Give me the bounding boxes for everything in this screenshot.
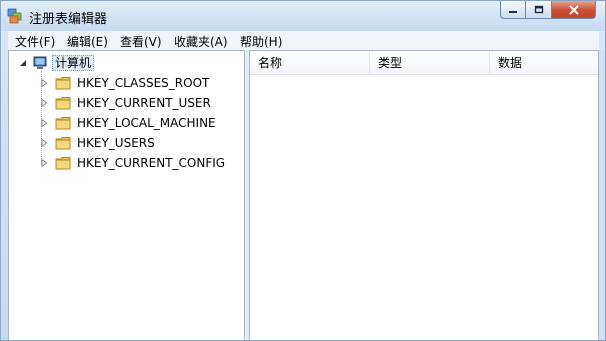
close-icon <box>568 4 579 15</box>
folder-icon <box>55 77 71 90</box>
column-header-data[interactable]: 数据 <box>490 51 598 75</box>
registry-editor-window: 注册表编辑器 文件(F) 编辑(E) 查看(V) 收藏夹(A) 帮助(H) 计算… <box>0 0 606 341</box>
expand-arrow-icon[interactable] <box>39 78 49 88</box>
maximize-icon <box>534 5 543 14</box>
computer-icon <box>33 56 47 69</box>
expand-arrow-icon[interactable] <box>39 118 49 128</box>
folder-icon <box>55 157 71 170</box>
column-header-name[interactable]: 名称 <box>250 51 370 75</box>
menu-view[interactable]: 查看(V) <box>120 33 162 50</box>
menu-file[interactable]: 文件(F) <box>15 33 55 50</box>
folder-icon <box>55 97 71 110</box>
menu-help[interactable]: 帮助(H) <box>240 33 282 50</box>
expand-arrow-icon[interactable] <box>39 138 49 148</box>
tree-item-label: HKEY_LOCAL_MACHINE <box>77 116 216 130</box>
maximize-button[interactable] <box>526 1 552 19</box>
tree-item-hkey-classes-root[interactable]: HKEY_CLASSES_ROOT <box>39 74 209 92</box>
tree-item-hkey-users[interactable]: HKEY_USERS <box>39 134 155 152</box>
window-right-frame <box>599 50 605 340</box>
registry-tree-pane[interactable]: 计算机 HKEY_CLASSES_ROOT HKEY_CURRENT_USER <box>8 50 245 340</box>
tree-item-computer[interactable]: 计算机 <box>18 54 95 72</box>
minimize-icon <box>509 10 517 13</box>
collapse-arrow-icon[interactable] <box>18 58 28 68</box>
tree-root-label: 计算机 <box>52 55 95 71</box>
menu-bar: 文件(F) 编辑(E) 查看(V) 收藏夹(A) 帮助(H) <box>8 31 599 51</box>
tree-item-label: HKEY_CURRENT_USER <box>77 96 211 110</box>
folder-icon <box>55 137 71 150</box>
expand-arrow-icon[interactable] <box>39 98 49 108</box>
column-header-type[interactable]: 类型 <box>370 51 490 75</box>
menu-edit[interactable]: 编辑(E) <box>67 33 108 50</box>
tree-item-label: HKEY_USERS <box>77 136 155 150</box>
folder-icon <box>55 117 71 130</box>
minimize-button[interactable] <box>500 1 526 19</box>
tree-item-hkey-current-user[interactable]: HKEY_CURRENT_USER <box>39 94 211 112</box>
title-bar[interactable]: 注册表编辑器 <box>1 1 605 31</box>
tree-item-hkey-current-config[interactable]: HKEY_CURRENT_CONFIG <box>39 154 225 172</box>
tree-item-label: HKEY_CURRENT_CONFIG <box>77 156 226 170</box>
menu-favorites[interactable]: 收藏夹(A) <box>174 33 228 50</box>
tree-item-label: HKEY_CLASSES_ROOT <box>77 76 210 90</box>
tree-item-hkey-local-machine[interactable]: HKEY_LOCAL_MACHINE <box>39 114 216 132</box>
values-list-pane[interactable]: 名称 类型 数据 <box>249 50 599 340</box>
expand-arrow-icon[interactable] <box>39 158 49 168</box>
registry-editor-app-icon <box>7 8 22 24</box>
close-button[interactable] <box>552 1 596 19</box>
window-title: 注册表编辑器 <box>29 12 108 27</box>
